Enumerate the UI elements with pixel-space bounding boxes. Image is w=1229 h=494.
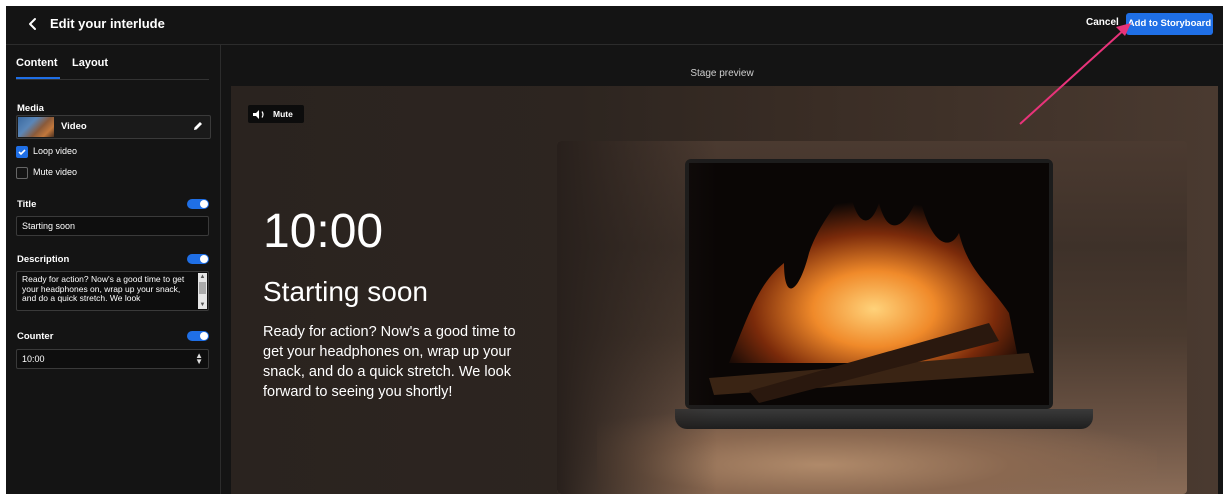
pencil-icon[interactable] [192,120,204,132]
background-video [557,141,1187,494]
video-shade [557,141,717,494]
settings-panel: Content Layout Media Video Loop video Mu… [6,45,221,494]
scroll-thumb[interactable] [199,282,206,294]
counter-input[interactable]: 10:00 ▲ ▼ [16,349,209,369]
chevron-left-icon [29,18,36,30]
video-laptop-base [675,409,1093,429]
mute-label: Mute [273,109,293,119]
tab-layout[interactable]: Layout [72,57,108,69]
interlude-editor-window: Edit your interlude Cancel Add to Storyb… [6,6,1223,494]
scroll-down-arrow-icon[interactable]: ▼ [199,301,206,309]
mute-video-label: Mute video [33,167,78,177]
video-thumbnail [18,117,54,137]
title-toggle[interactable] [187,199,209,209]
description-textarea[interactable]: Ready for action? Now's a good time to g… [16,271,209,311]
page-title: Edit your interlude [50,16,165,31]
tab-content[interactable]: Content [16,57,58,69]
media-section-label: Media [17,103,44,114]
cancel-button[interactable]: Cancel [1086,17,1119,28]
description-scrollbar[interactable]: ▲ ▼ [198,273,207,309]
description-section-label: Description [17,254,70,265]
stepper-arrows-icon[interactable]: ▲ ▼ [195,352,203,366]
active-tab-indicator [16,77,60,79]
checkmark-icon [18,149,26,156]
stage-preview-area: Stage preview Mute 10:00 Starting soon R… [221,45,1223,494]
add-to-storyboard-button[interactable]: Add to Storyboard [1126,13,1213,35]
fire-icon [689,163,1049,405]
top-bar: Edit your interlude Cancel Add to Storyb… [6,6,1223,45]
mute-button[interactable]: Mute [248,105,304,123]
back-button[interactable] [24,14,42,34]
stage-title: Starting soon [263,276,428,307]
stage-preview-label: Stage preview [690,68,754,79]
description-text: Ready for action? Now's a good time to g… [22,274,185,303]
counter-toggle[interactable] [187,331,209,341]
mute-video-checkbox[interactable] [16,167,28,179]
speaker-icon [253,110,264,119]
loop-video-checkbox[interactable] [16,146,28,158]
title-section-label: Title [17,199,37,210]
tab-bar: Content Layout [16,57,209,80]
stage-canvas: Mute 10:00 Starting soon Ready for actio… [231,86,1218,494]
title-input[interactable]: Starting soon [16,216,209,236]
video-laptop-screen [685,159,1053,409]
media-selector[interactable]: Video [16,115,211,139]
counter-value: 10:00 [22,354,45,364]
media-item-label: Video [61,121,87,132]
stage-counter: 10:00 [263,205,384,258]
description-toggle[interactable] [187,254,209,264]
scroll-up-arrow-icon[interactable]: ▲ [199,273,206,281]
counter-section-label: Counter [17,331,54,342]
stage-description: Ready for action? Now's a good time to g… [263,324,516,400]
loop-video-label: Loop video [33,146,78,156]
